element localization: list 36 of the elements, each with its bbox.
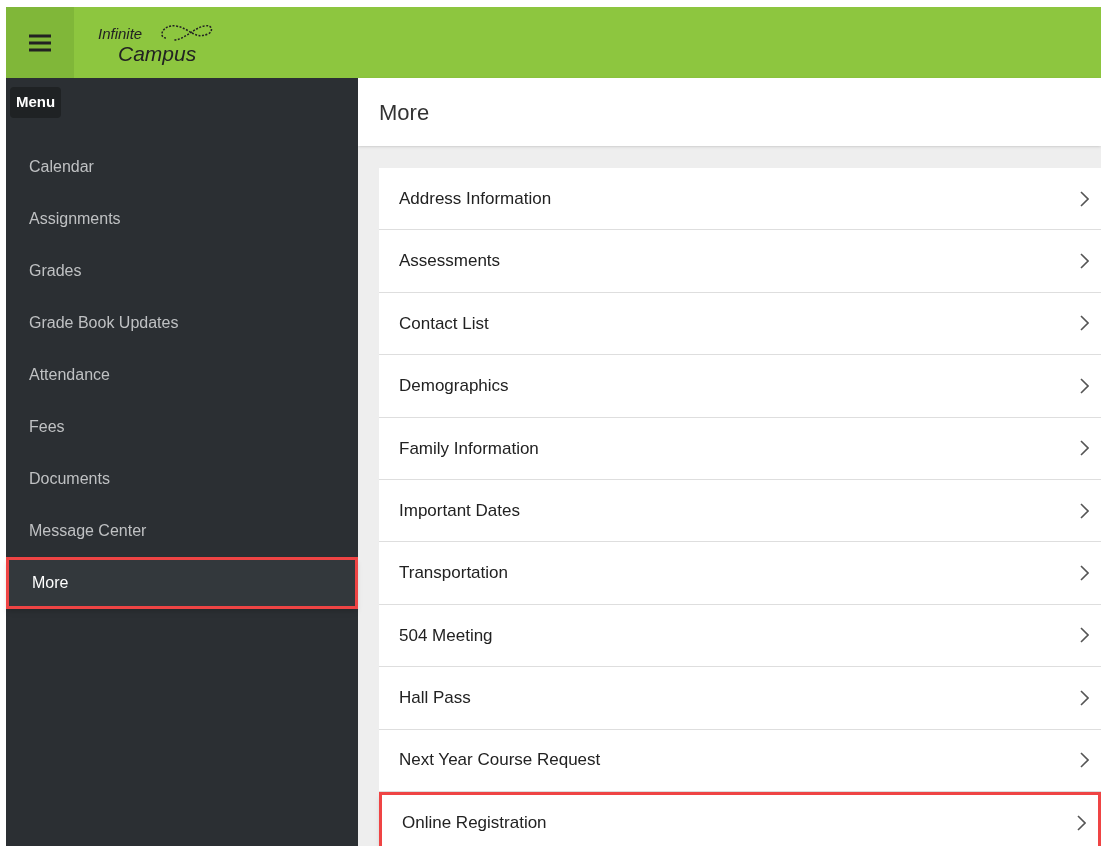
sidebar-item[interactable]: Attendance xyxy=(6,349,358,401)
chevron-right-icon xyxy=(1079,627,1089,644)
logo: Infinite Campus xyxy=(98,17,228,68)
list-item[interactable]: 504 Meeting xyxy=(379,604,1101,668)
menu-tooltip: Menu xyxy=(10,87,62,118)
sidebar-item[interactable]: Grades xyxy=(6,245,358,297)
chevron-right-icon xyxy=(1079,565,1089,582)
list-item[interactable]: Address Information xyxy=(379,168,1101,231)
sidebar-item[interactable]: Calendar xyxy=(6,141,358,193)
list-item[interactable]: Assessments xyxy=(379,230,1101,293)
sidebar-item[interactable]: Documents xyxy=(6,453,358,505)
list-item[interactable]: Transportation xyxy=(379,542,1101,605)
sidebar-item[interactable]: More xyxy=(6,557,358,609)
chevron-right-icon xyxy=(1079,190,1089,207)
list-item[interactable]: Online Registration xyxy=(379,791,1101,846)
list-item[interactable]: Next Year Course Request xyxy=(379,729,1101,792)
chevron-right-icon xyxy=(1079,689,1089,706)
list-item[interactable]: Important Dates xyxy=(379,479,1101,543)
chevron-right-icon xyxy=(1079,440,1089,457)
chevron-right-icon xyxy=(1076,815,1086,832)
chevron-right-icon xyxy=(1079,752,1089,769)
list-item[interactable]: Contact List xyxy=(379,292,1101,356)
list-item[interactable]: Hall Pass xyxy=(379,667,1101,730)
page-title: More xyxy=(379,98,430,127)
list-item[interactable]: Demographics xyxy=(379,355,1101,418)
sidebar-item[interactable]: Assignments xyxy=(6,193,358,245)
chevron-right-icon xyxy=(1079,315,1089,332)
chevron-right-icon xyxy=(1079,253,1089,270)
sidebar-item[interactable]: Fees xyxy=(6,401,358,453)
list-item[interactable]: Family Information xyxy=(379,417,1101,480)
chevron-right-icon xyxy=(1079,502,1089,519)
chevron-right-icon xyxy=(1079,377,1089,394)
menu-icon xyxy=(28,32,52,53)
sidebar-item[interactable]: Message Center xyxy=(6,505,358,557)
menu-button[interactable] xyxy=(6,7,74,78)
sidebar-item[interactable]: Grade Book Updates xyxy=(6,297,358,349)
